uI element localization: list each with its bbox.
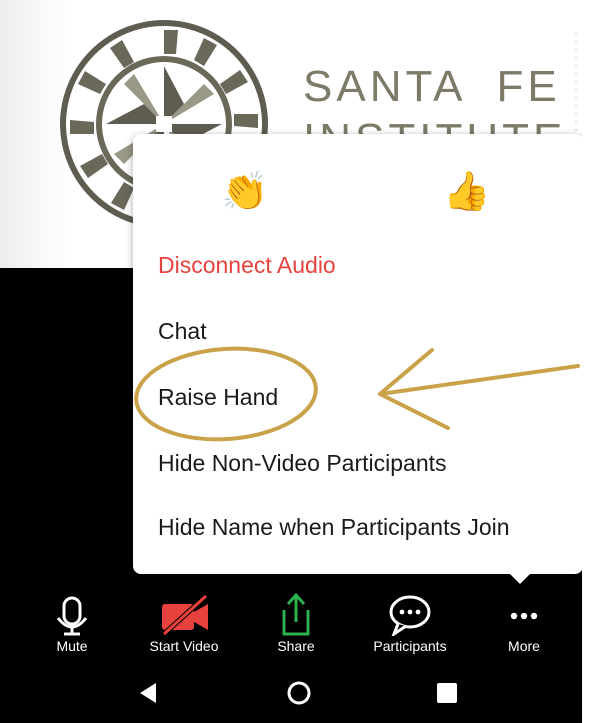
more-menu: 👏 👍 Disconnect Audio Chat Raise Hand Hid… — [133, 134, 583, 574]
menu-pointer-tail — [508, 572, 532, 584]
start-video-label: Start Video — [149, 638, 219, 654]
right-edge-stripe — [582, 0, 590, 723]
mute-label: Mute — [56, 638, 88, 654]
microphone-icon — [56, 596, 88, 636]
ellipsis-icon — [510, 612, 538, 620]
recent-square-icon[interactable] — [432, 678, 462, 708]
home-circle-icon[interactable] — [284, 678, 314, 708]
share-label: Share — [277, 638, 315, 654]
brand-title-line1: SANTA FE — [303, 62, 561, 111]
meeting-toolbar: Mute Start Video Share Participants More — [0, 584, 560, 664]
android-nav-bar — [0, 664, 590, 723]
clap-reaction-button[interactable]: 👏 — [221, 170, 268, 214]
mute-button[interactable]: Mute — [22, 584, 122, 664]
video-off-icon — [162, 594, 208, 636]
disconnect-audio-item[interactable]: Disconnect Audio — [158, 252, 336, 279]
reactions-row: 👏 👍 — [133, 170, 583, 220]
participants-label: Participants — [373, 638, 447, 654]
chat-item[interactable]: Chat — [158, 318, 207, 345]
share-arrow-icon — [282, 592, 310, 636]
back-triangle-icon[interactable] — [134, 678, 164, 708]
thumbs-up-reaction-button[interactable]: 👍 — [443, 170, 490, 214]
raise-hand-item[interactable]: Raise Hand — [158, 384, 278, 411]
start-video-button[interactable]: Start Video — [134, 584, 234, 664]
chat-bubble-icon — [389, 595, 431, 636]
hide-non-video-participants-item[interactable]: Hide Non-Video Participants — [158, 450, 447, 477]
more-label: More — [508, 638, 540, 654]
participants-button[interactable]: Participants — [360, 584, 460, 664]
hide-name-when-participants-join-item[interactable]: Hide Name when Participants Join — [158, 514, 510, 541]
more-button[interactable]: More — [474, 584, 574, 664]
share-button[interactable]: Share — [246, 584, 346, 664]
